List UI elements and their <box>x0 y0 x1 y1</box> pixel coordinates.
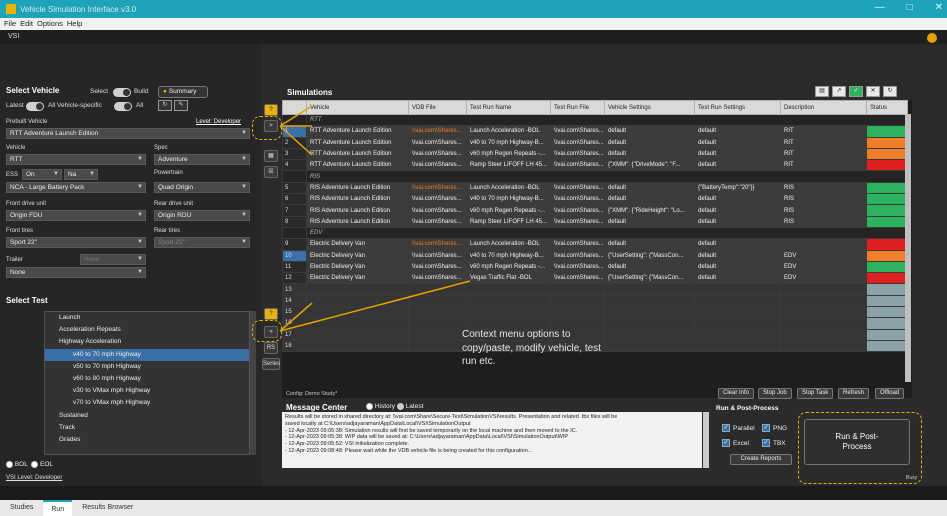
bottom-tabs: Studies Run Results Browser <box>0 500 947 516</box>
offload-button[interactable]: Offload <box>875 388 905 399</box>
message-line: - 12-Apr-2023 09:05:38: WIP data will be… <box>285 434 568 441</box>
tbx-checkbox[interactable]: ✓ TBX <box>762 439 786 447</box>
stop-task-button[interactable]: Stop Task <box>797 388 834 399</box>
refresh-button[interactable]: Refresh <box>838 388 870 399</box>
message-line: - 12-Apr-2023 09:05:52: VSI initializati… <box>285 441 410 448</box>
excel-label: Excel <box>733 439 749 447</box>
stop-job-button[interactable]: Stop Job <box>758 388 792 399</box>
png-label: PNG <box>773 424 788 432</box>
check-icon: ✓ <box>762 439 770 447</box>
config-label: Config: Demo Study* <box>286 391 338 397</box>
message-line: saved locally at C:\Users\adjayaraman\Ap… <box>285 420 471 427</box>
message-center-title: Message Center <box>286 403 348 412</box>
excel-checkbox[interactable]: ✓ Excel <box>722 439 749 447</box>
create-reports-button[interactable]: Create Reports <box>730 454 792 465</box>
status-text: Busy <box>906 475 918 481</box>
png-checkbox[interactable]: ✓ PNG <box>762 424 787 432</box>
message-line: Results will be stored in shared directo… <box>285 414 618 420</box>
annotation-arrow-3 <box>279 125 313 156</box>
latest-label: Latest <box>405 403 424 411</box>
check-icon: ✓ <box>722 439 730 447</box>
message-log[interactable]: Results will be stored in shared directo… <box>282 412 702 468</box>
history-label: History <box>374 403 396 411</box>
highlight-run-button <box>798 412 922 484</box>
check-icon: ✓ <box>722 424 730 432</box>
run-post-title: Run & Post-Process <box>716 405 779 412</box>
latest-radio[interactable] <box>396 403 404 410</box>
app-window: Vehicle Simulation Interface v3.0 — □ ✕ … <box>0 0 947 516</box>
tab-results-browser[interactable]: Results Browser <box>74 500 141 516</box>
annotation-arrow-2 <box>279 105 313 127</box>
tbx-label: TBX <box>773 439 786 447</box>
highlight-add-test-button <box>252 320 282 342</box>
check-icon: ✓ <box>762 424 770 432</box>
parallel-checkbox[interactable]: ✓ Parallel <box>722 424 755 432</box>
message-line: - 12-Apr-2023 09:05:38: Simulation resul… <box>285 427 578 434</box>
tab-run[interactable]: Run <box>43 500 73 516</box>
message-line: - 12-Apr-2023 09:08:48: Please wait whil… <box>285 447 533 454</box>
message-filter-radio-group: History Latest <box>366 403 423 410</box>
parallel-label: Parallel <box>733 424 755 432</box>
history-radio[interactable] <box>366 403 373 410</box>
message-scrollbar[interactable] <box>703 412 709 468</box>
highlight-add-button <box>252 116 282 140</box>
tab-studies[interactable]: Studies <box>2 500 41 516</box>
clear-info-button[interactable]: Clear Info <box>718 388 755 399</box>
